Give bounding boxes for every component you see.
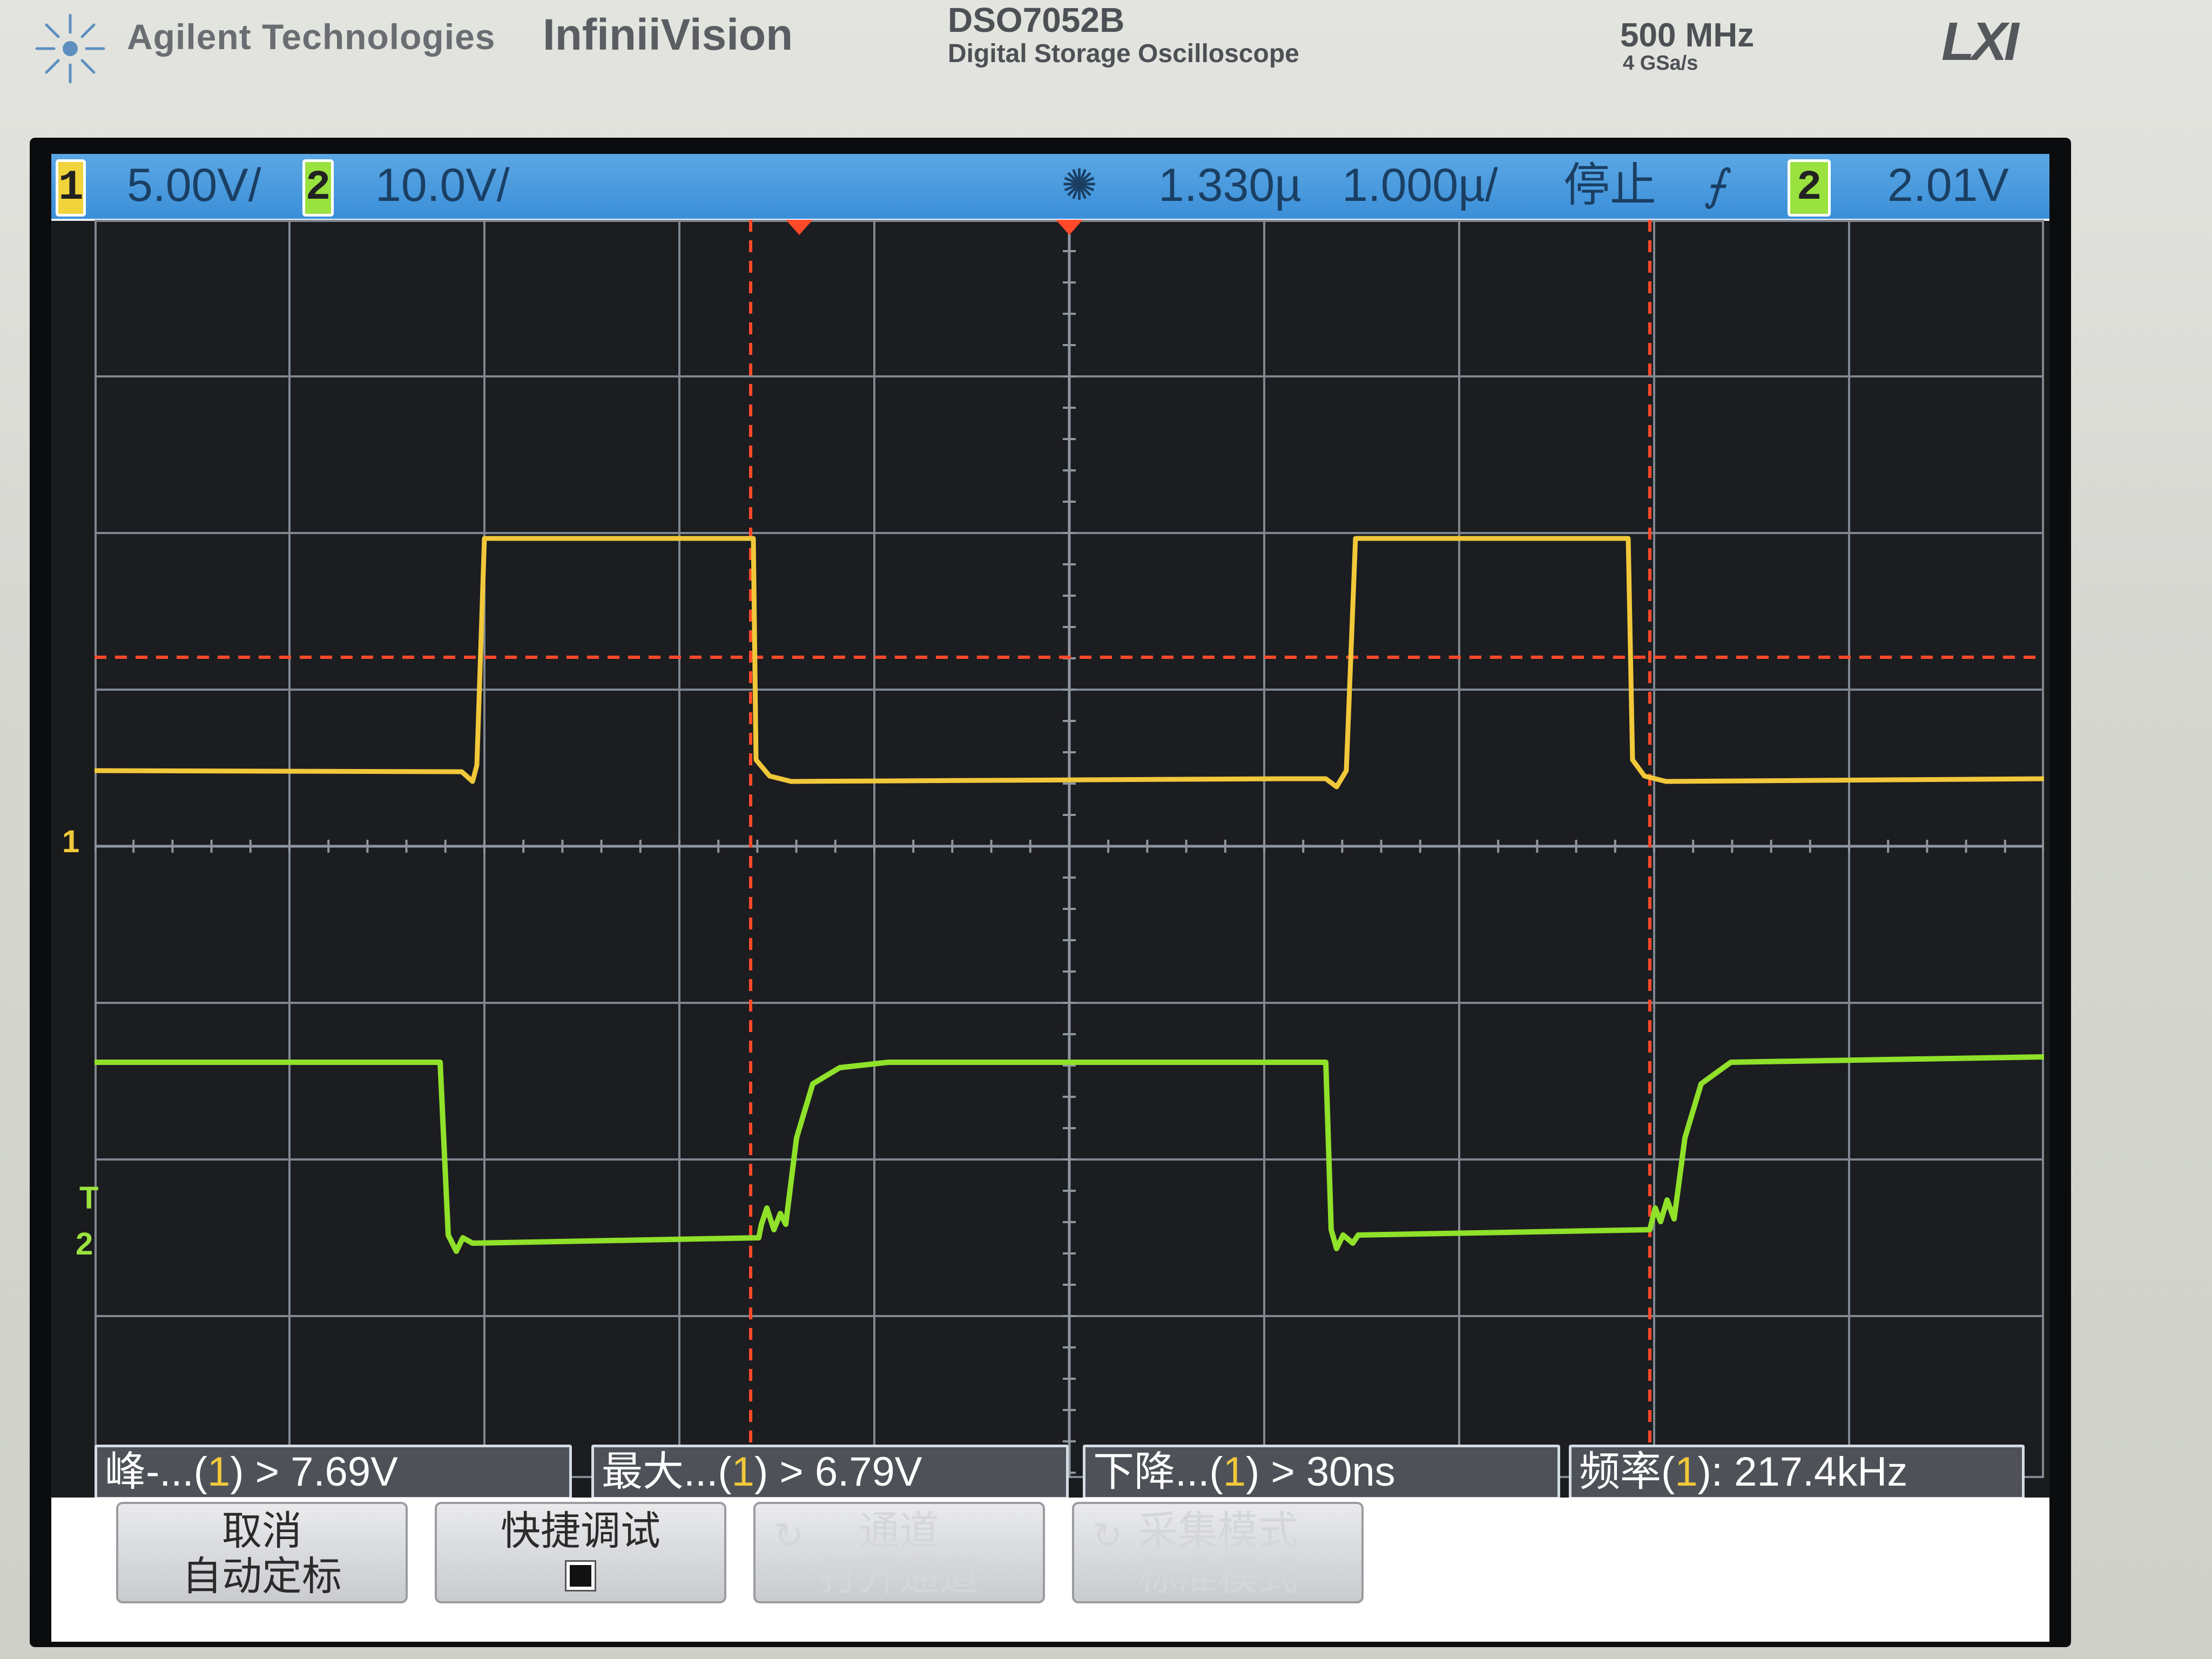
trigger-level-marker: T bbox=[79, 1181, 99, 1216]
ch2-indicator[interactable]: 2 bbox=[302, 159, 334, 217]
model-description: Digital Storage Oscilloscope bbox=[948, 39, 1299, 68]
measurement-name: 峰-... bbox=[105, 1449, 194, 1495]
softkey-bar: 取消 自动定标 快捷调试 ↻ 通道 打开通道 ↻ 采集模式 标准模式 bbox=[51, 1498, 2049, 1642]
ch1-scale: 5.00V/ bbox=[127, 159, 261, 211]
ch1-ground-marker: 1 bbox=[62, 824, 80, 859]
measurement-frequency: 频率(1): 217.4kHz bbox=[1569, 1445, 2025, 1500]
measurement-bar: 峰-...(1) > 7.69V 最大...(1) > 6.79V 下降...(… bbox=[51, 1445, 2049, 1500]
trigger-source: 2 bbox=[1788, 159, 1831, 217]
brand-bar: Agilent Technologies InfiniiVision DSO70… bbox=[0, 0, 2212, 108]
oscilloscope-bezel: Agilent Technologies InfiniiVision DSO70… bbox=[0, 0, 2212, 1659]
softkey-sublabel: 打开通道 bbox=[819, 1554, 979, 1599]
measurement-maximum: 最大...(1) > 6.79V bbox=[591, 1445, 1069, 1500]
scope-screen: 1 5.00V/ 2 10.0V/ ✺ 1.330µ 1.000µ/ 停止 ⨍ … bbox=[51, 154, 2049, 1642]
measurement-value: 6.79V bbox=[814, 1449, 922, 1495]
ch1-indicator[interactable]: 1 bbox=[56, 159, 86, 217]
acquire-mode-softkey[interactable]: ↻ 采集模式 标准模式 bbox=[1072, 1502, 1364, 1603]
lxi-logo: LXI bbox=[1941, 11, 2019, 72]
undo-icon: ↻ bbox=[1092, 1515, 1123, 1555]
model-number: DSO7052B bbox=[948, 1, 1125, 39]
waveform-display bbox=[95, 220, 2044, 1478]
run-state: 停止 bbox=[1563, 159, 1656, 211]
falling-edge-icon: ⨍ bbox=[1704, 161, 1727, 209]
measurement-channel: 1 bbox=[1675, 1449, 1698, 1495]
timebase-scale: 1.000µ/ bbox=[1342, 159, 1498, 211]
channels-softkey[interactable]: ↻ 通道 打开通道 bbox=[753, 1502, 1045, 1603]
quick-debug-softkey[interactable]: 快捷调试 bbox=[435, 1502, 726, 1603]
softkey-label: 取消 bbox=[222, 1508, 302, 1553]
ch2-scale: 10.0V/ bbox=[375, 159, 510, 211]
bandwidth-label: 500 MHz bbox=[1620, 17, 1755, 54]
series-name: InfiniiVision bbox=[543, 10, 793, 59]
sample-rate-label: 4 GSa/s bbox=[1623, 52, 1698, 75]
measurement-value: 217.4kHz bbox=[1734, 1449, 1908, 1495]
checkbox-icon bbox=[565, 1560, 596, 1591]
ch2-ground-marker: 2 bbox=[76, 1226, 93, 1262]
softkey-sublabel: 标准模式 bbox=[1138, 1554, 1298, 1599]
measurement-channel: 1 bbox=[1223, 1449, 1246, 1495]
undo-icon: ↻ bbox=[774, 1515, 804, 1555]
softkey-label: 快捷调试 bbox=[501, 1508, 660, 1553]
agilent-spark-icon bbox=[35, 14, 105, 84]
measurement-channel: 1 bbox=[731, 1449, 754, 1495]
cancel-autoscale-softkey[interactable]: 取消 自动定标 bbox=[116, 1502, 408, 1603]
measurement-value: 30ns bbox=[1306, 1449, 1395, 1495]
softkey-sublabel: 自动定标 bbox=[182, 1554, 342, 1599]
trigger-level: 2.01V bbox=[1887, 159, 2009, 211]
status-bar: 1 5.00V/ 2 10.0V/ ✺ 1.330µ 1.000µ/ 停止 ⨍ … bbox=[51, 154, 2049, 221]
measurement-value: 7.69V bbox=[291, 1449, 398, 1495]
measurement-peak-to-peak: 峰-...(1) > 7.69V bbox=[95, 1445, 572, 1500]
horizontal-delay: 1.330µ bbox=[1158, 159, 1301, 211]
trigger-sun-icon: ✺ bbox=[1061, 161, 1098, 209]
measurement-name: 频率 bbox=[1579, 1449, 1661, 1495]
measurement-channel: 1 bbox=[207, 1449, 231, 1495]
measurement-name: 下降... bbox=[1093, 1449, 1210, 1495]
measurement-name: 最大... bbox=[602, 1449, 718, 1495]
measurement-fall-time: 下降...(1) > 30ns bbox=[1083, 1445, 1560, 1500]
brand-name: Agilent Technologies bbox=[127, 17, 496, 57]
